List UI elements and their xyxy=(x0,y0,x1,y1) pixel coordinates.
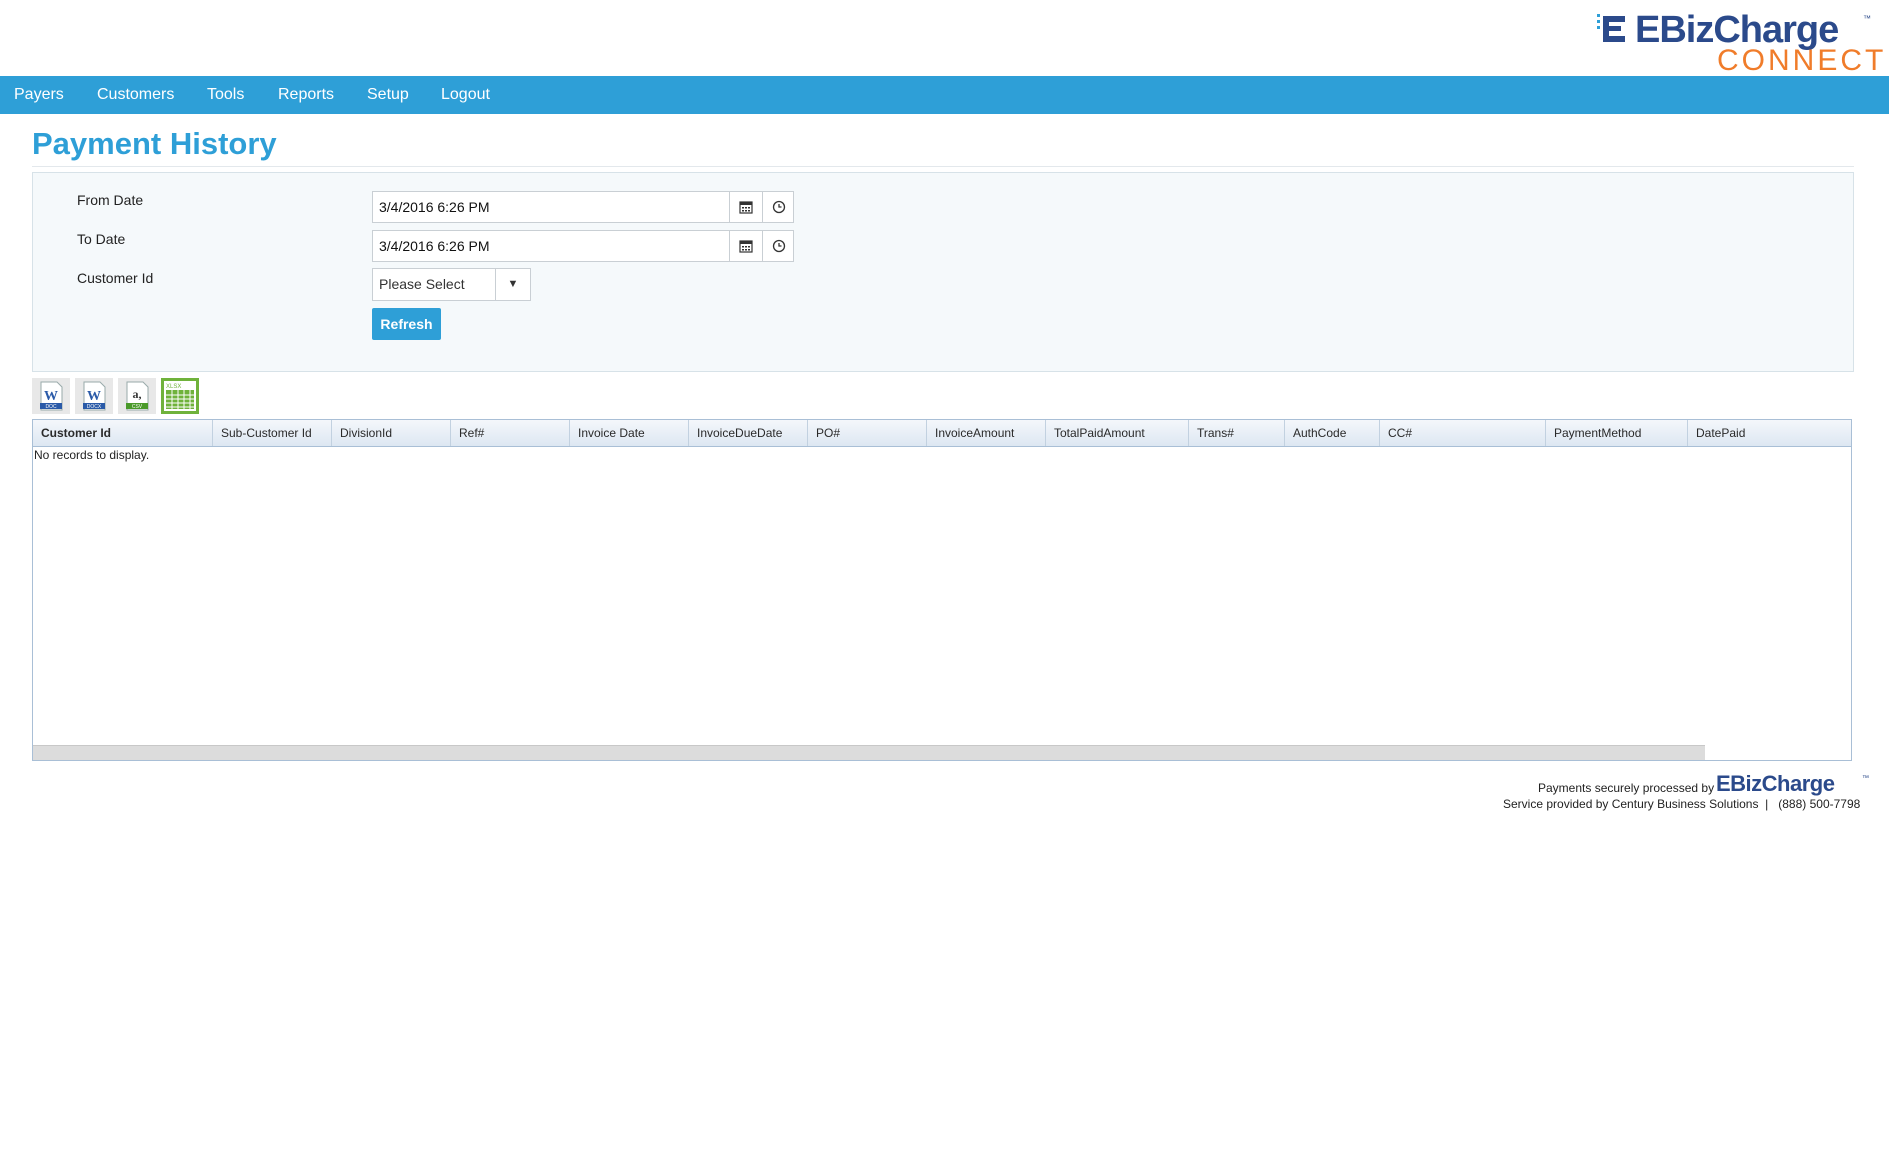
horizontal-scrollbar[interactable] xyxy=(33,745,1705,760)
column-division-id[interactable]: DivisionId xyxy=(332,420,451,446)
column-ref[interactable]: Ref# xyxy=(451,420,570,446)
title-divider xyxy=(32,166,1854,167)
ebizcharge-connect-logo: EBizCharge ™ CONNECT xyxy=(1597,8,1883,76)
payment-history-grid: Customer Id Sub-Customer Id DivisionId R… xyxy=(32,419,1852,761)
doc-export-icon[interactable]: W DOC xyxy=(32,378,70,414)
column-auth-code[interactable]: AuthCode xyxy=(1285,420,1380,446)
clock-icon[interactable] xyxy=(762,231,795,261)
svg-text:W: W xyxy=(44,389,58,404)
main-nav: Payers Customers Tools Reports Setup Log… xyxy=(0,76,1889,114)
calendar-icon[interactable] xyxy=(729,192,762,222)
nav-item-reports[interactable]: Reports xyxy=(278,76,334,114)
nav-item-setup[interactable]: Setup xyxy=(367,76,409,114)
customer-id-selected-value: Please Select xyxy=(379,276,465,292)
logo-trademark: ™ xyxy=(1863,14,1871,23)
svg-text:DOCX: DOCX xyxy=(87,404,102,410)
column-total-paid-amount[interactable]: TotalPaidAmount xyxy=(1046,420,1189,446)
csv-export-icon[interactable]: a, CSV xyxy=(118,378,156,414)
footer-processed-by: Payments securely processed by xyxy=(1538,781,1715,795)
customer-id-label: Customer Id xyxy=(77,270,154,286)
logo-mark-icon xyxy=(1597,14,1625,42)
column-invoice-date[interactable]: Invoice Date xyxy=(570,420,689,446)
page-title: Payment History xyxy=(32,126,277,161)
to-date-label: To Date xyxy=(77,231,126,247)
docx-export-icon[interactable]: W DOCX xyxy=(75,378,113,414)
from-date-label: From Date xyxy=(77,192,144,208)
column-trans[interactable]: Trans# xyxy=(1189,420,1285,446)
column-cc[interactable]: CC# xyxy=(1380,420,1546,446)
to-date-picker: 3/4/2016 6:26 PM xyxy=(372,230,794,262)
clock-icon[interactable] xyxy=(762,192,795,222)
column-po[interactable]: PO# xyxy=(808,420,927,446)
svg-text:XLSX: XLSX xyxy=(166,384,181,390)
svg-text:W: W xyxy=(87,389,101,404)
footer-ebizcharge-logo: EBizCharge xyxy=(1716,771,1835,796)
empty-grid-message: No records to display. xyxy=(34,448,150,462)
nav-item-logout[interactable]: Logout xyxy=(441,76,490,114)
column-sub-customer-id[interactable]: Sub-Customer Id xyxy=(213,420,332,446)
nav-item-payers[interactable]: Payers xyxy=(14,76,64,114)
column-date-paid[interactable]: DatePaid xyxy=(1688,420,1851,446)
refresh-button[interactable]: Refresh xyxy=(372,308,441,340)
nav-item-customers[interactable]: Customers xyxy=(97,76,174,114)
column-payment-method[interactable]: PaymentMethod xyxy=(1546,420,1688,446)
filter-panel: From Date 3/4/2016 6:26 PM To Date 3/4/2… xyxy=(32,172,1854,372)
customer-id-select[interactable]: Please Select ▼ xyxy=(372,268,531,301)
svg-text:a,: a, xyxy=(133,387,142,401)
header: EBizCharge ™ CONNECT xyxy=(0,0,1889,76)
column-invoice-due-date[interactable]: InvoiceDueDate xyxy=(689,420,808,446)
svg-text:CSV: CSV xyxy=(132,404,143,410)
chevron-down-icon[interactable]: ▼ xyxy=(495,269,530,300)
nav-item-tools[interactable]: Tools xyxy=(207,76,244,114)
xlsx-export-icon[interactable]: XLSX xyxy=(161,378,199,414)
column-invoice-amount[interactable]: InvoiceAmount xyxy=(927,420,1046,446)
footer-service-line: Service provided by Century Business Sol… xyxy=(1503,797,1861,811)
to-date-input[interactable]: 3/4/2016 6:26 PM xyxy=(379,231,490,261)
from-date-input[interactable]: 3/4/2016 6:26 PM xyxy=(379,192,490,222)
grid-header: Customer Id Sub-Customer Id DivisionId R… xyxy=(33,420,1851,447)
calendar-icon[interactable] xyxy=(729,231,762,261)
footer-trademark: ™ xyxy=(1862,775,1869,782)
logo-sub-text: CONNECT xyxy=(1717,44,1887,77)
from-date-picker: 3/4/2016 6:26 PM xyxy=(372,191,794,223)
column-customer-id[interactable]: Customer Id xyxy=(33,420,213,446)
svg-text:DOC: DOC xyxy=(45,404,57,410)
